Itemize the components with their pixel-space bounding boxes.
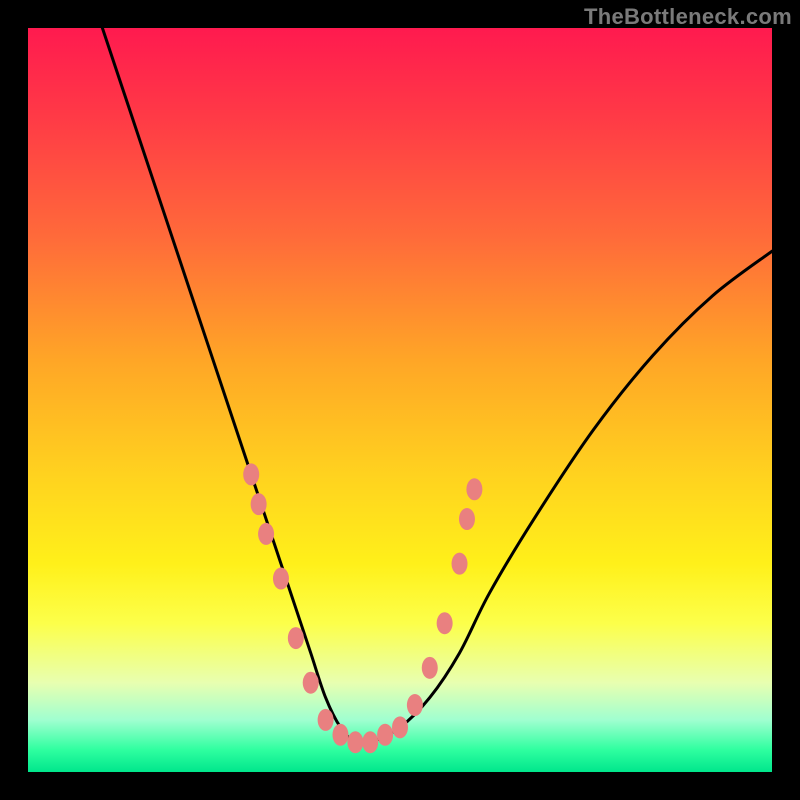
right-dot-3 [437, 612, 453, 634]
chart-frame: TheBottleneck.com [0, 0, 800, 800]
watermark-text: TheBottleneck.com [584, 4, 792, 30]
curve-group [102, 28, 772, 744]
plot-area [28, 28, 772, 772]
left-dot-6 [303, 672, 319, 694]
marker-group [243, 463, 482, 753]
right-dot-1 [407, 694, 423, 716]
left-dot-3 [258, 523, 274, 545]
right-dot-5 [459, 508, 475, 530]
left-dot-1 [243, 463, 259, 485]
left-dot-5 [288, 627, 304, 649]
left-dot-4 [273, 568, 289, 590]
bottom-dot-3 [347, 731, 363, 753]
bottleneck-curve [102, 28, 772, 744]
right-dot-4 [452, 553, 468, 575]
bottom-dot-5 [377, 724, 393, 746]
bottom-dot-2 [332, 724, 348, 746]
bottom-dot-6 [392, 716, 408, 738]
bottom-dot-4 [362, 731, 378, 753]
left-dot-2 [251, 493, 267, 515]
bottom-dot-1 [318, 709, 334, 731]
chart-svg [28, 28, 772, 772]
right-dot-2 [422, 657, 438, 679]
right-dot-6 [466, 478, 482, 500]
